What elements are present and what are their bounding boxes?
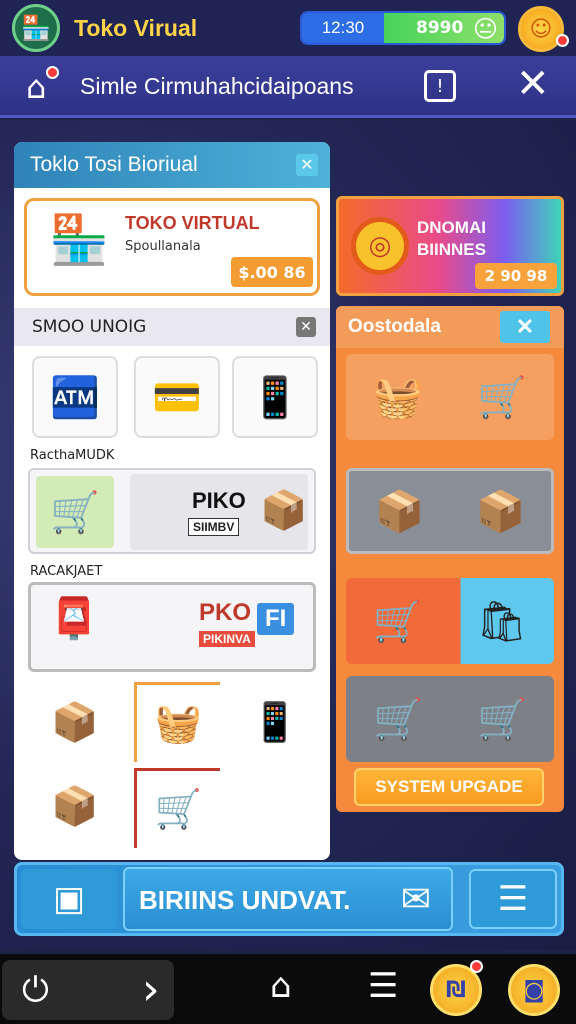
basket-icon: 🧺	[154, 701, 203, 745]
cart-icon: 🛒	[154, 787, 203, 831]
card-tile[interactable]: 💳	[134, 356, 220, 438]
mailbox-icon: 📮	[49, 596, 99, 642]
notification-dot	[556, 34, 569, 47]
package-box: PIKO SIIMBV 📦	[130, 474, 308, 550]
home-icon[interactable]: ⌂	[270, 966, 292, 1006]
card-icon: 💳	[152, 374, 202, 421]
info-icon[interactable]: !	[424, 70, 456, 102]
chevron-right-icon[interactable]: ›	[142, 964, 160, 1015]
box-icon: 📦	[374, 488, 425, 535]
notification-dot	[470, 960, 483, 973]
system-bar: ⏻ › ⌂ ☰ ₪ ◙	[0, 954, 576, 1024]
phone-icon: 📱	[251, 699, 299, 744]
inventory-title: Oostodala	[348, 316, 441, 337]
promo-card[interactable]: ◎ DNOMAI BIINNES 2 90 98	[336, 196, 564, 296]
section-title: SMOO UNOIG	[32, 317, 147, 337]
cart-icon: 🛒	[373, 696, 423, 743]
item-tile[interactable]: 📦	[32, 766, 118, 846]
cart-icon: 🛒	[477, 374, 527, 421]
item-tile[interactable]: 📱	[232, 682, 318, 762]
item-tile[interactable]: 🧺	[134, 682, 220, 762]
shop-icon: 🏪	[49, 212, 109, 268]
list-icon[interactable]: ☰	[469, 869, 557, 929]
phone-icon: 📱	[250, 374, 300, 421]
inventory-row[interactable]: 📦 📦	[346, 468, 554, 554]
status-panel: 12:30 8990 😐	[300, 11, 506, 45]
item-tile[interactable]: 🛒	[134, 768, 220, 848]
home-icon[interactable]: ⌂	[26, 68, 46, 106]
nav-bar: ⌂ Simle Cirmuhahcidaipoans ! ✕	[0, 56, 576, 118]
face-icon: 😐	[472, 15, 498, 43]
caption-label: RACAKJAET	[30, 564, 103, 579]
close-icon[interactable]: ✕	[516, 64, 550, 104]
cart-icon: 🛒	[36, 476, 114, 548]
promo-icon: ◎	[351, 217, 409, 275]
bag-icon: 🛍	[476, 598, 528, 645]
inventory-row[interactable]: 🛒 🛒	[346, 676, 554, 762]
offer-banner[interactable]: 📮 PKO PIKINVA FI	[28, 582, 316, 672]
package-icon: 📦	[260, 488, 308, 532]
system-upgrade-button[interactable]: SYSTEM UPGADE	[354, 768, 544, 806]
phone-tile[interactable]: 📱	[232, 356, 318, 438]
promo-title-line1: DNOMAI	[417, 218, 486, 237]
inventory-panel: Oostodala ✕ 🧺 🛒 📦 📦 🛒 🛍 🛒 🛒 SYSTEM UPGAD…	[336, 306, 564, 812]
package-icon[interactable]: ▣	[21, 869, 117, 929]
power-icon[interactable]: ⏻	[22, 970, 49, 1010]
inventory-row[interactable]: 🧺 🛒	[346, 354, 554, 440]
close-icon[interactable]: ✕	[296, 317, 316, 337]
system-pill: ⏻ ›	[2, 960, 174, 1020]
store-panel-title: Toklo Tosi Bioriual	[30, 153, 198, 176]
atm-tile[interactable]: 🏧	[32, 356, 118, 438]
camera-icon[interactable]: ◙	[508, 964, 560, 1016]
cart-icon: 🛒	[372, 598, 423, 645]
store-logo-icon[interactable]: 🏪	[12, 4, 60, 52]
package-label: SIIMBV	[188, 518, 240, 536]
box-icon: 📦	[51, 783, 99, 828]
app-title: Toko Virual	[74, 14, 198, 41]
inventory-header: Oostodala ✕	[336, 306, 564, 348]
package-title: PIKO	[192, 488, 246, 513]
promo-title: DNOMAI BIINNES	[417, 217, 486, 261]
close-icon[interactable]: ✕	[500, 311, 550, 343]
atm-icon: 🏧	[50, 374, 100, 421]
inventory-row[interactable]: 🛒 🛍	[346, 578, 554, 664]
box-icon: 📦	[475, 488, 526, 535]
clock-time: 12:30	[302, 13, 384, 43]
offer-title: PKO	[199, 599, 252, 626]
store-panel: Toklo Tosi Bioriual ✕ 🏪 TOKO VIRTUAL Spo…	[14, 142, 330, 860]
menu-icon[interactable]: ☰	[368, 966, 398, 1006]
promo-title-line2: BIINNES	[417, 240, 486, 259]
offer-badge: FI	[257, 603, 295, 635]
basket-icon: 🧺	[373, 374, 423, 421]
featured-title: TOKO VIRTUAL	[125, 213, 260, 233]
promo-price-button[interactable]: 2 90 98	[475, 263, 557, 289]
offer-label: PIKINVA	[199, 631, 255, 647]
featured-price-button[interactable]: $.00 86	[231, 257, 313, 287]
box-icon: 📦	[51, 699, 99, 744]
section-header: SMOO UNOIG ✕	[14, 308, 330, 346]
balance-value: 8990	[416, 18, 464, 38]
close-icon[interactable]: ✕	[296, 154, 318, 176]
item-tile[interactable]: 📦	[32, 682, 118, 762]
caption-label: RacthaMUDK	[30, 448, 115, 463]
cart-icon: 🛒	[477, 696, 527, 743]
store-panel-header: Toklo Tosi Bioriual ✕	[14, 142, 330, 188]
bonus-bar: ▣ BIRIINS UNDVAT. ✉ ☰	[14, 862, 564, 936]
bonus-label: BIRIINS UNDVAT.	[139, 885, 351, 915]
bonus-update-button[interactable]: BIRIINS UNDVAT. ✉	[123, 867, 453, 931]
notification-dot	[46, 66, 59, 79]
balance-display: 8990 😐	[384, 13, 504, 43]
featured-store-card[interactable]: 🏪 TOKO VIRTUAL Spoullanala $.00 86	[24, 198, 320, 296]
package-banner[interactable]: 🛒 PIKO SIIMBV 📦	[28, 468, 316, 554]
nav-title: Simle Cirmuhahcidaipoans	[80, 73, 354, 99]
mail-icon: ✉	[400, 879, 431, 920]
featured-subtitle: Spoullanala	[125, 239, 201, 254]
